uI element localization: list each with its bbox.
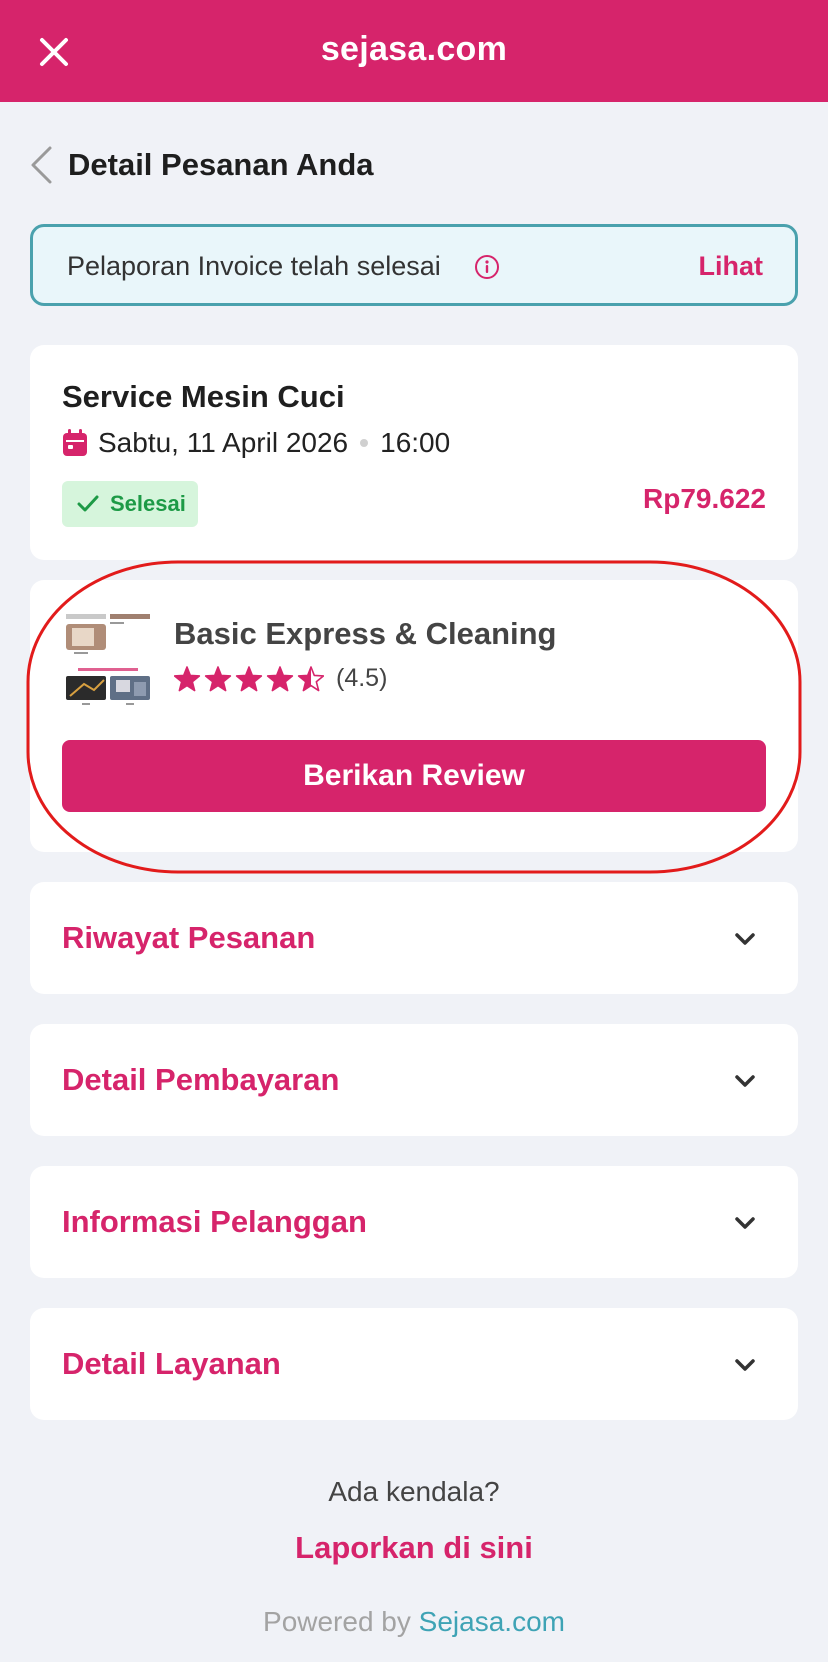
chevron-down-icon xyxy=(735,1359,755,1371)
powered-by-brand-link[interactable]: Sejasa.com xyxy=(419,1606,565,1637)
chevron-down-icon xyxy=(735,933,755,945)
status-label: Selesai xyxy=(110,491,186,516)
top-bar: sejasa.com xyxy=(0,0,828,102)
section-order-history[interactable]: Riwayat Pesanan xyxy=(30,882,798,994)
schedule-date: Sabtu, 11 April 2026 xyxy=(98,427,349,458)
status-badge: Selesai xyxy=(62,481,198,527)
rating-value: (4.5) xyxy=(336,664,388,692)
service-name: Service Mesin Cuci xyxy=(62,379,345,414)
star-full-icon xyxy=(204,665,232,691)
section-payment-details[interactable]: Detail Pembayaran xyxy=(30,1024,798,1136)
report-issue-link[interactable]: Laporkan di sini xyxy=(0,1530,828,1566)
page-title: Detail Pesanan Anda xyxy=(68,147,374,182)
star-full-icon xyxy=(235,665,263,691)
star-full-icon xyxy=(266,665,294,691)
chevron-down-icon xyxy=(735,1217,755,1229)
view-invoice-link[interactable]: Lihat xyxy=(699,251,764,282)
powered-by: Powered by Sejasa.com xyxy=(0,1606,828,1638)
vendor-rating: (4.5) xyxy=(174,664,387,693)
give-review-button[interactable]: Berikan Review xyxy=(62,740,766,812)
invoice-banner: Pelaporan Invoice telah selesai Lihat xyxy=(30,224,798,306)
back-button[interactable] xyxy=(28,143,62,187)
separator-dot xyxy=(360,439,369,447)
star-full-icon xyxy=(174,665,201,691)
section-label: Detail Layanan xyxy=(62,1346,281,1381)
check-icon xyxy=(77,495,99,512)
section-service-details[interactable]: Detail Layanan xyxy=(30,1308,798,1420)
section-label: Informasi Pelanggan xyxy=(62,1204,367,1239)
banner-text: Pelaporan Invoice telah selesai xyxy=(67,251,441,281)
sejasa-logo: sejasa.com xyxy=(320,30,508,68)
schedule-time: 16:00 xyxy=(380,427,451,458)
order-summary-card: Service Mesin Cuci Sabtu, 11 April 2026 … xyxy=(30,345,798,560)
chevron-down-icon xyxy=(735,1075,755,1087)
powered-by-prefix: Powered by xyxy=(263,1606,411,1637)
vendor-thumbnail[interactable] xyxy=(64,612,152,708)
star-half-icon xyxy=(297,665,324,691)
rating-stars xyxy=(174,665,324,691)
vendor-card: Basic Express & Cleaning (4.5) Berikan R… xyxy=(30,580,798,852)
section-label: Riwayat Pesanan xyxy=(62,920,316,955)
page-header: Detail Pesanan Anda xyxy=(28,138,374,192)
info-icon[interactable] xyxy=(474,254,500,280)
section-customer-info[interactable]: Informasi Pelanggan xyxy=(30,1166,798,1278)
order-price: Rp79.622 xyxy=(643,483,766,514)
help-question: Ada kendala? xyxy=(328,1476,500,1507)
schedule-row: Sabtu, 11 April 2026 16:00 xyxy=(62,427,450,459)
section-label: Detail Pembayaran xyxy=(62,1062,340,1097)
chevron-left-icon xyxy=(31,146,52,184)
calendar-icon xyxy=(63,429,87,456)
vendor-name: Basic Express & Cleaning xyxy=(174,616,557,651)
